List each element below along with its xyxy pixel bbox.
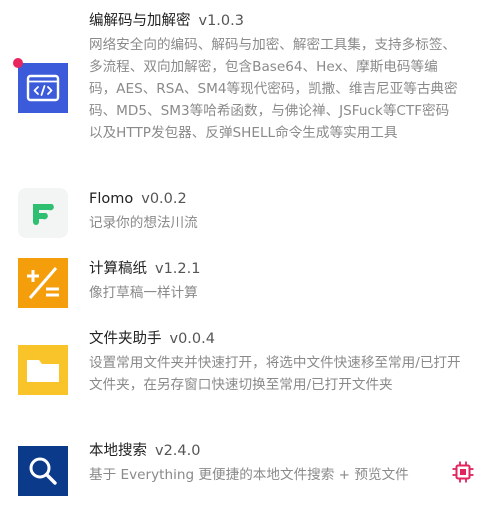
plugin-title: 本地搜索 v2.4.0 bbox=[89, 440, 462, 462]
plugin-text: Flomo v0.0.2 记录你的想法川流 bbox=[89, 188, 462, 234]
plugin-title: 计算稿纸 v1.2.1 bbox=[89, 258, 462, 280]
plugin-title: 文件夹助手 v0.0.4 bbox=[89, 328, 462, 350]
plugin-text: 编解码与加解密 v1.0.3 网络安全向的编码、解码与加密、解密工具集，支持多标签… bbox=[89, 10, 462, 144]
plugin-name: 编解码与加解密 bbox=[89, 13, 191, 29]
calculator-icon bbox=[18, 258, 68, 308]
plugin-description: 设置常用文件夹并快速打开，将选中文件快速移至常用/已打开文件夹，在另存窗口快速切… bbox=[89, 355, 461, 393]
chip-icon[interactable] bbox=[450, 459, 476, 485]
plugin-text: 本地搜索 v2.4.0 基于 Everything 更便捷的本地文件搜索 + 预览… bbox=[89, 440, 462, 486]
folder-icon bbox=[18, 345, 68, 395]
plugin-text: 文件夹助手 v0.0.4 设置常用文件夹并快速打开，将选中文件快速移至常用/已打开… bbox=[89, 328, 462, 396]
plugin-version: v1.0.3 bbox=[198, 13, 244, 29]
code-window-icon bbox=[18, 63, 68, 113]
plugin-description: 像打草稿一样计算 bbox=[89, 285, 198, 301]
magnifier-icon bbox=[18, 446, 68, 496]
update-badge bbox=[13, 58, 23, 68]
plugin-name: 文件夹助手 bbox=[89, 331, 162, 347]
plugin-title: Flomo v0.0.2 bbox=[89, 188, 462, 210]
plugin-text: 计算稿纸 v1.2.1 像打草稿一样计算 bbox=[89, 258, 462, 304]
plugin-name: 本地搜索 bbox=[89, 443, 147, 459]
plugin-list: 编解码与加解密 v1.0.3 网络安全向的编码、解码与加密、解密工具集，支持多标签… bbox=[0, 0, 492, 507]
plugin-title: 编解码与加解密 v1.0.3 bbox=[89, 10, 462, 32]
plugin-version: v2.4.0 bbox=[155, 443, 201, 459]
plugin-description: 记录你的想法川流 bbox=[89, 215, 198, 231]
plugin-description: 基于 Everything 更便捷的本地文件搜索 + 预览文件 bbox=[89, 467, 409, 483]
plugin-version: v1.2.1 bbox=[155, 261, 201, 277]
plugin-version: v0.0.2 bbox=[141, 191, 187, 207]
plugin-name: 计算稿纸 bbox=[89, 261, 147, 277]
flomo-logo-icon bbox=[18, 188, 68, 238]
plugin-name: Flomo bbox=[89, 191, 134, 207]
plugin-description: 网络安全向的编码、解码与加密、解密工具集，支持多标签、多流程、双向加解密，包含B… bbox=[89, 37, 458, 141]
plugin-version: v0.0.4 bbox=[169, 331, 215, 347]
